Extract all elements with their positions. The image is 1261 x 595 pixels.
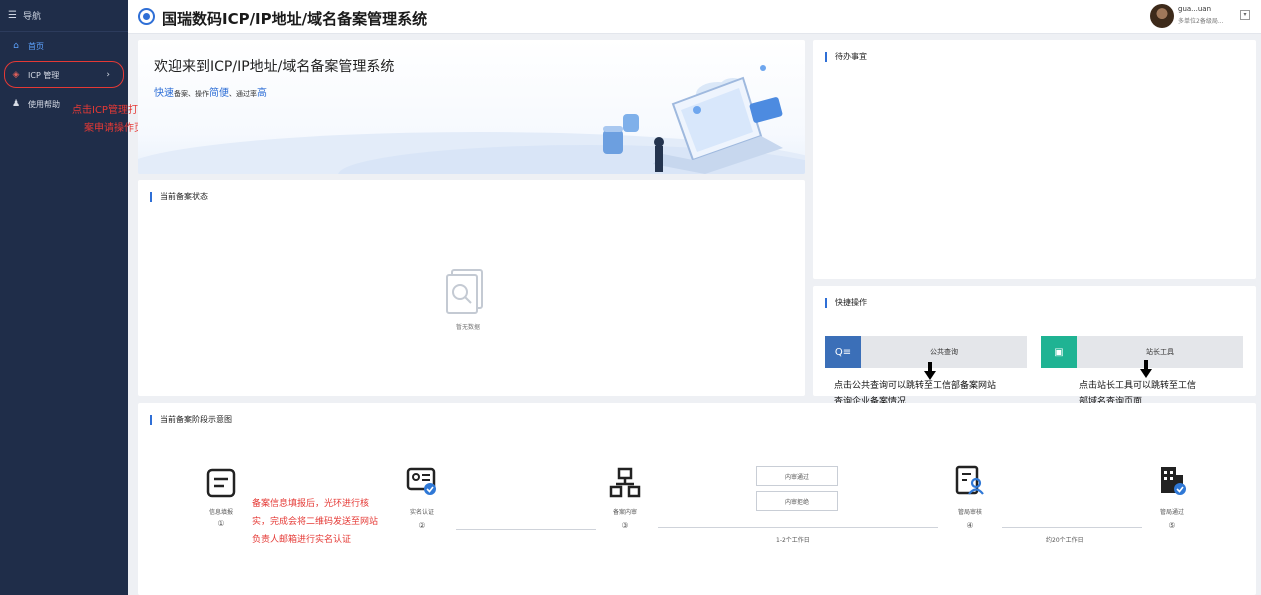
annotation-line: 负责人邮箱进行实名认证: [252, 535, 352, 545]
review-document-icon: [955, 465, 984, 495]
user-help-icon: ♟: [11, 99, 21, 109]
step-label: 管局通过: [1159, 509, 1184, 516]
welcome-sub-easy: 简便: [209, 88, 229, 99]
empty-text: 暂无数据: [456, 324, 481, 331]
laptop-illustration: [603, 65, 783, 174]
top-header: 国瑞数码ICP/IP地址/域名备案管理系统 gua...uan 多单位2备级局.…: [128, 0, 1261, 34]
internal-reject-box: 内审拒绝: [756, 491, 838, 511]
annotation-line: 备案信息填报后，光环进行核: [252, 499, 370, 509]
internal-pass-box: 内审通过: [756, 466, 838, 486]
annotation-line: 点击公共查询可以跳转至工信部备案网站: [834, 381, 997, 391]
avatar[interactable]: [1150, 4, 1174, 28]
webmaster-tools-label: 站长工具: [1146, 348, 1174, 356]
sidebar-item-label: 首页: [28, 41, 44, 51]
panel-title: 快捷操作: [825, 298, 867, 308]
empty-data-icon: [446, 269, 483, 314]
progress-line: [456, 529, 596, 530]
menu-icon[interactable]: ☰: [8, 10, 17, 21]
annotation-line: 点击站长工具可以跳转至工信: [1079, 381, 1197, 391]
highlight-outline: [4, 61, 124, 88]
todo-panel: 待办事宜: [813, 40, 1256, 279]
step-number: ③: [621, 521, 629, 530]
step-number: ⑤: [1168, 521, 1176, 530]
welcome-subtitle: 快速备案、操作简便、通过率高: [154, 84, 267, 99]
annotation-fill-note: 备案信息填报后，光环进行核 实，完成会将二维码发送至网站 负责人邮箱进行实名认证: [252, 495, 378, 549]
welcome-sub-high: 高: [257, 88, 267, 99]
status-panel: 当前备案状态 暂无数据: [138, 180, 805, 396]
logo-icon: [138, 8, 155, 25]
welcome-sub-text: 备案、操作: [174, 90, 209, 98]
dropdown-icon[interactable]: ▾: [1240, 10, 1250, 20]
progress-line: [658, 527, 938, 528]
id-card-icon: [406, 467, 436, 495]
step-number: ②: [418, 521, 426, 530]
progress-panel: 当前备案阶段示意图 信息填报 ① 实名认证 ② 备案内审 ③ 内审通过 内审拒绝…: [138, 403, 1256, 595]
duration-label: 约20个工作日: [1046, 537, 1084, 544]
welcome-sub-text: 、通过率: [229, 90, 257, 98]
home-icon: ⌂: [13, 41, 19, 51]
duration-label: 1-2个工作日: [776, 537, 810, 544]
building-approved-icon: [1161, 467, 1186, 495]
form-icon: [206, 468, 236, 498]
org-chart-icon: [609, 467, 641, 498]
step-label: 信息填报: [208, 509, 233, 516]
sidebar-item-home[interactable]: ⌂ 首页: [0, 33, 128, 59]
step-label: 备案内审: [612, 509, 637, 516]
step-number: ①: [217, 519, 225, 528]
user-name[interactable]: gua...uan: [1178, 5, 1211, 13]
sidebar-item-label: 使用帮助: [28, 99, 60, 109]
panel-title: 当前备案阶段示意图: [150, 415, 232, 425]
step-number: ④: [966, 521, 974, 530]
app-title: 国瑞数码ICP/IP地址/域名备案管理系统: [162, 10, 428, 28]
step-label: 实名认证: [409, 509, 434, 516]
progress-line: [1002, 527, 1142, 528]
welcome-sub-fast: 快速: [154, 88, 174, 99]
welcome-banner: 欢迎来到ICP/IP地址/域名备案管理系统 快速备案、操作简便、通过率高: [138, 40, 805, 174]
panel-title: 待办事宜: [825, 52, 867, 62]
step-label: 管局审核: [957, 509, 982, 516]
toolbox-icon: ▣: [1041, 336, 1077, 368]
sidebar: ☰ 导航 ⌂ 首页 ◈ ICP 管理 › ♟ 使用帮助: [0, 0, 128, 595]
annotation-line: 实，完成会将二维码发送至网站: [252, 517, 379, 527]
user-org: 多单位2备级局...: [1178, 18, 1224, 25]
sidebar-nav-label: 导航: [22, 12, 41, 22]
welcome-title: 欢迎来到ICP/IP地址/域名备案管理系统: [154, 59, 395, 75]
search-list-icon: Q≡: [825, 336, 861, 368]
panel-title: 当前备案状态: [150, 192, 208, 202]
public-query-label: 公共查询: [930, 348, 958, 356]
sidebar-nav-header: ☰ 导航: [0, 0, 128, 32]
arrow-down-icon: [1140, 360, 1152, 378]
